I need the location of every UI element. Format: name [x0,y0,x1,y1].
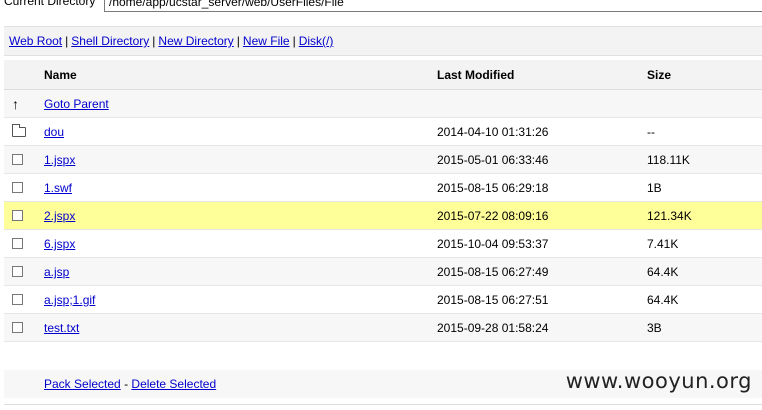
last-modified-cell: 2015-10-04 09:53:37 [437,237,549,251]
checkbox-cell[interactable] [12,314,28,342]
last-modified-cell: 2015-05-01 06:33:46 [437,153,549,167]
nav-separator: | [292,34,296,48]
table-header: Name Last Modified Size [4,60,762,90]
checkbox-cell[interactable] [12,258,28,286]
file-link[interactable]: 6.jspx [44,230,75,258]
last-modified-cell: 2015-08-15 06:29:18 [437,181,549,195]
size-cell: 7.41K [647,237,679,251]
current-directory-label: Current Directory [4,0,96,8]
size-cell: 118.11K [647,153,690,167]
table-row: 2.jspx 2015-07-22 08:09:16 121.34K [4,202,762,230]
new-file-link[interactable]: New File [243,34,290,48]
size-cell: 121.34K [647,209,692,223]
shell-directory-link[interactable]: Shell Directory [71,34,149,48]
table-row: 1.swf 2015-08-15 06:29:18 1B [4,174,762,202]
directory-path-input[interactable]: /home/app/ucstar_server/web/UserFiles/Fi… [104,0,762,12]
last-modified-cell: 2015-09-28 01:58:24 [437,321,549,335]
file-checkbox[interactable] [12,266,23,278]
file-checkbox[interactable] [12,210,23,222]
new-directory-link[interactable]: New Directory [158,34,233,48]
table-row: 1.jspx 2015-05-01 06:33:46 118.11K [4,146,762,174]
up-arrow-icon: ↑ [12,96,19,112]
last-modified-cell: 2015-07-22 08:09:16 [437,209,549,223]
file-link[interactable]: 1.jspx [44,146,75,174]
nav-separator: | [236,34,240,48]
file-link[interactable]: a.jsp [44,258,69,286]
file-table: Name Last Modified Size ↑ Goto Parent do… [4,60,762,342]
file-link[interactable]: 1.swf [44,174,72,202]
size-cell: 3B [647,321,662,335]
size-cell: -- [647,125,655,139]
table-row: dou 2014-04-10 01:31:26 -- [4,118,762,146]
footer-separator: - [124,377,129,391]
file-checkbox[interactable] [12,294,23,306]
directory-bar: Current Directory /home/app/ucstar_serve… [0,0,762,22]
checkbox-cell[interactable] [12,174,28,202]
pack-selected-link[interactable]: Pack Selected [44,377,121,391]
folder-icon-cell [12,118,28,146]
goto-parent-row: ↑ Goto Parent [4,90,762,118]
folder-link[interactable]: dou [44,118,64,146]
size-cell: 64.4K [647,265,679,279]
last-modified-cell: 2015-08-15 06:27:49 [437,265,549,279]
checkbox-cell[interactable] [12,230,28,258]
checkbox-cell[interactable] [12,146,28,174]
folder-icon [12,123,26,137]
last-modified-cell: 2014-04-10 01:31:26 [437,125,549,139]
size-cell: 1B [647,181,662,195]
file-checkbox[interactable] [12,238,23,250]
nav-bar: Web Root | Shell Directory | New Directory | N… [4,26,762,56]
file-checkbox[interactable] [12,322,23,334]
file-link[interactable]: test.txt [44,314,79,342]
size-cell: 64.4K [647,293,679,307]
last-modified-cell: 2015-08-15 06:27:51 [437,293,549,307]
delete-selected-link[interactable]: Delete Selected [131,377,216,391]
header-name: Name [44,68,77,82]
nav-separator: | [65,34,69,48]
web-root-link[interactable]: Web Root [9,34,62,48]
file-checkbox[interactable] [12,154,23,166]
file-link[interactable]: 2.jspx [44,202,75,230]
divider [4,404,762,405]
table-row: a.jsp;1.gif 2015-08-15 06:27:51 64.4K [4,286,762,314]
watermark-text: www.wooyun.org [565,369,752,393]
file-link[interactable]: a.jsp;1.gif [44,286,95,314]
checkbox-cell[interactable] [12,202,28,230]
header-size: Size [647,68,672,82]
table-row: test.txt 2015-09-28 01:58:24 3B [4,314,762,342]
disk-link[interactable]: Disk(/) [299,34,334,48]
table-row: 6.jspx 2015-10-04 09:53:37 7.41K [4,230,762,258]
goto-parent-link[interactable]: Goto Parent [44,90,109,118]
checkbox-cell[interactable] [12,286,28,314]
header-last-modified: Last Modified [437,68,515,82]
table-row: a.jsp 2015-08-15 06:27:49 64.4K [4,258,762,286]
file-checkbox[interactable] [12,182,23,194]
